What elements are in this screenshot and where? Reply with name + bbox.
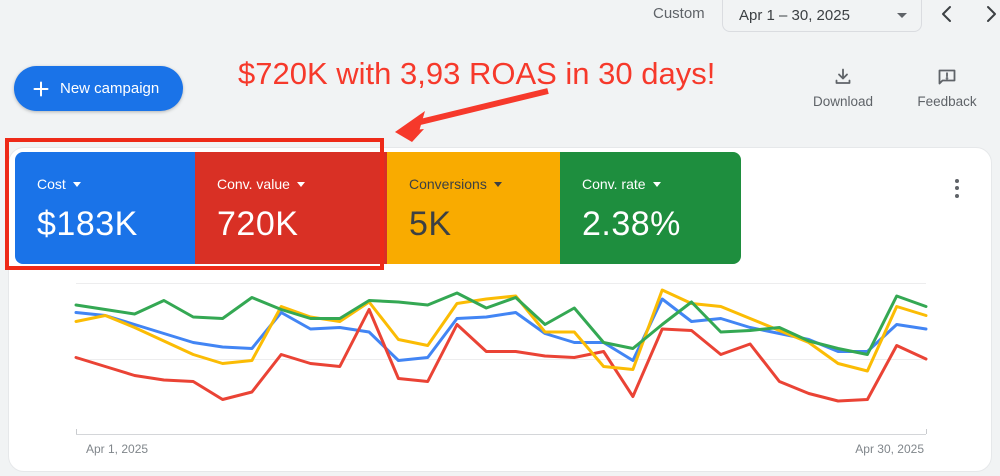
chevron-down-icon bbox=[897, 13, 907, 18]
scorecard-conv-value-label: Conv. value bbox=[217, 176, 290, 192]
chevron-down-icon[interactable] bbox=[296, 181, 305, 187]
previous-period-button[interactable] bbox=[936, 2, 960, 26]
download-label: Download bbox=[812, 94, 874, 109]
new-campaign-button[interactable]: New campaign bbox=[14, 66, 184, 111]
x-axis-end-label: Apr 30, 2025 bbox=[855, 442, 924, 456]
scorecard-conv-value-value: 720K bbox=[217, 205, 299, 243]
date-range-picker[interactable]: Apr 1 – 30, 2025 bbox=[722, 0, 922, 32]
scorecard-cost-value: $183K bbox=[37, 205, 138, 243]
download-icon bbox=[806, 64, 880, 90]
feedback-icon bbox=[910, 64, 984, 90]
feedback-button[interactable]: Feedback bbox=[910, 64, 984, 109]
date-preset-label: Custom bbox=[653, 5, 705, 22]
scorecard-conv-rate-label: Conv. rate bbox=[582, 176, 646, 192]
date-range-value: Apr 1 – 30, 2025 bbox=[739, 7, 850, 24]
scorecard-conv-rate[interactable]: Conv. rate 2.38% bbox=[560, 152, 741, 264]
scorecard-conv-value[interactable]: Conv. value 720K bbox=[195, 152, 387, 264]
scorecard-conversions-value: 5K bbox=[409, 205, 452, 243]
chevron-down-icon[interactable] bbox=[493, 181, 502, 187]
scorecard-conv-rate-value: 2.38% bbox=[582, 205, 681, 243]
scorecard-row: Cost $183K Conv. value 720K Conversions … bbox=[15, 152, 741, 264]
scorecard-conversions-label: Conversions bbox=[409, 176, 487, 192]
download-button[interactable]: Download bbox=[806, 64, 880, 109]
chevron-down-icon[interactable] bbox=[652, 181, 661, 187]
scorecard-cost[interactable]: Cost $183K bbox=[15, 152, 195, 264]
x-axis-tick-end bbox=[926, 429, 927, 434]
more-options-button[interactable] bbox=[947, 174, 967, 202]
series-line-conv-value bbox=[74, 308, 928, 403]
more-options-icon bbox=[955, 178, 959, 183]
x-axis-start-label: Apr 1, 2025 bbox=[86, 442, 149, 456]
scorecard-conversions[interactable]: Conversions 5K bbox=[387, 152, 560, 264]
chevron-down-icon[interactable] bbox=[72, 181, 81, 187]
new-campaign-label: New campaign bbox=[60, 80, 160, 97]
feedback-label: Feedback bbox=[917, 94, 977, 109]
trend-chart[interactable] bbox=[74, 284, 928, 434]
annotation-text: $720K with 3,93 ROAS in 30 days! bbox=[238, 56, 716, 91]
next-period-button[interactable] bbox=[979, 2, 1000, 26]
chevron-left-icon bbox=[942, 6, 951, 22]
scorecard-cost-label: Cost bbox=[37, 176, 66, 192]
chevron-right-icon bbox=[987, 6, 996, 22]
plus-icon bbox=[32, 80, 50, 98]
overview-card: Cost $183K Conv. value 720K Conversions … bbox=[8, 147, 992, 472]
x-axis-line bbox=[76, 434, 926, 435]
